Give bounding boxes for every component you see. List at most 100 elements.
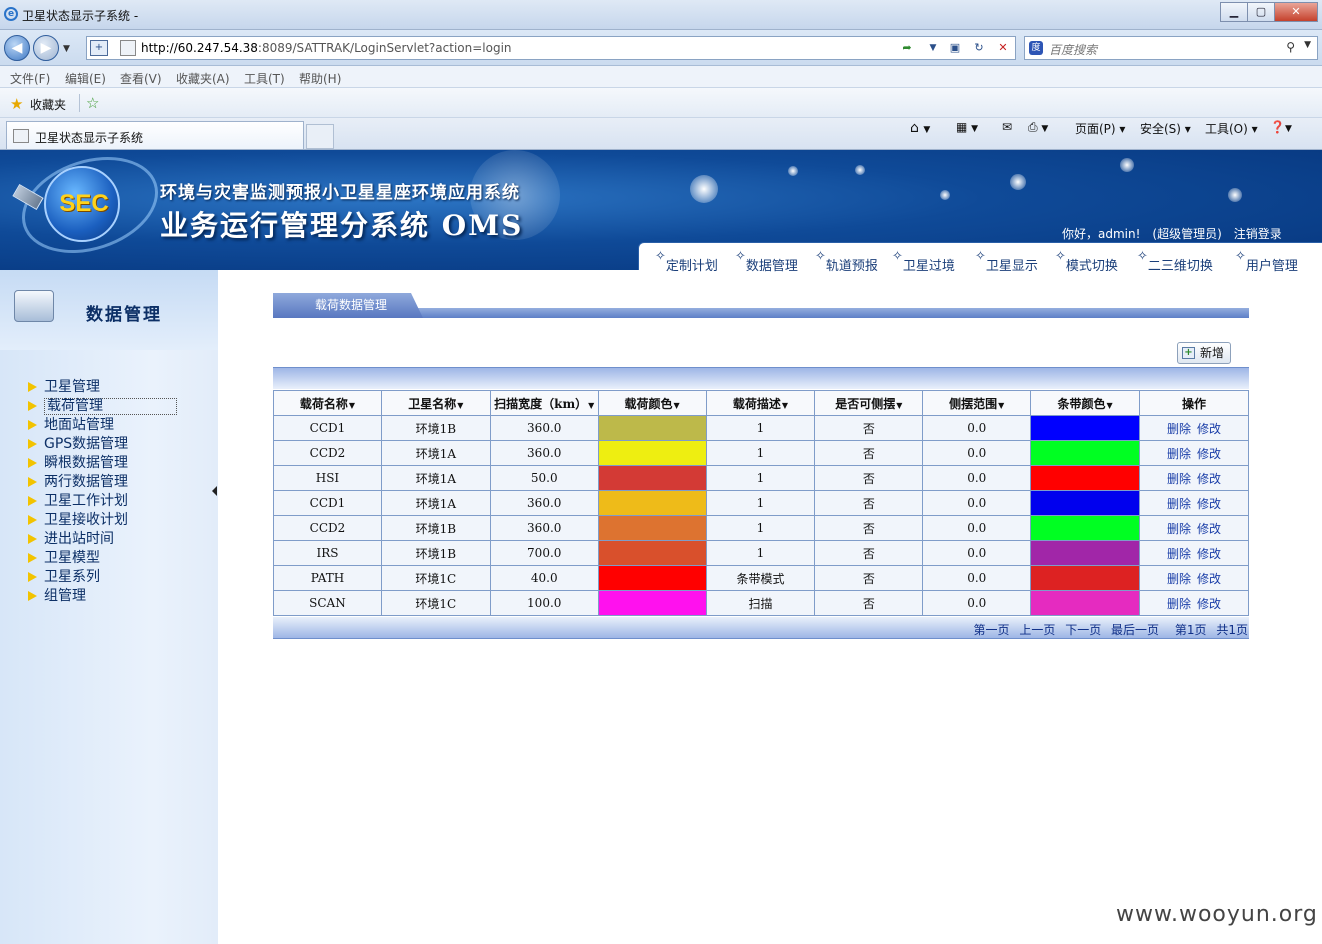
menu-favorites[interactable]: 收藏夹(A) xyxy=(176,70,230,87)
cell-payload-desc: 1 xyxy=(705,415,816,441)
menu-help[interactable]: 帮助(H) xyxy=(299,70,341,87)
first-page-link[interactable]: 第一页 xyxy=(974,623,1010,637)
cell-payload-name: CCD2 xyxy=(273,440,382,466)
edit-link[interactable]: 修改 xyxy=(1197,572,1221,586)
table-row: IRS 环境1B 700.0 1 否 0.0 删除 修改 xyxy=(273,540,1249,566)
url-text[interactable]: http://60.247.54.38:8089/SATTRAK/LoginSe… xyxy=(141,41,512,55)
col-tiltable[interactable]: 是否可侧摆▼ xyxy=(814,390,924,416)
edit-link[interactable]: 修改 xyxy=(1197,522,1221,536)
search-box[interactable]: 度 百度搜索 ⚲ ▼ xyxy=(1024,36,1318,60)
col-tilt-range[interactable]: 侧摆范围▼ xyxy=(922,390,1032,416)
next-page-link[interactable]: 下一页 xyxy=(1065,623,1101,637)
add-button[interactable]: + 新增 xyxy=(1177,342,1231,364)
back-button[interactable]: ◀ xyxy=(4,35,30,61)
sidebar-item-group-management[interactable]: 组管理 xyxy=(28,587,177,606)
address-dropdown-icon[interactable]: ▼ xyxy=(923,39,943,57)
sidebar-item-satellite-series[interactable]: 卫星系列 xyxy=(28,568,177,587)
cell-payload-color xyxy=(597,540,707,566)
nav-satellite-display[interactable]: ✧ 卫星显示 xyxy=(975,249,1038,274)
prev-page-link[interactable]: 上一页 xyxy=(1019,623,1055,637)
sidebar-item-tle-data[interactable]: 两行数据管理 xyxy=(28,473,177,492)
cell-tiltable: 否 xyxy=(814,465,924,491)
new-tab-button[interactable] xyxy=(306,124,334,149)
history-dropdown-icon[interactable]: ▼ xyxy=(63,44,70,54)
stop-icon[interactable]: ✕ xyxy=(993,39,1013,57)
search-dropdown-icon[interactable]: ▼ xyxy=(1304,40,1311,50)
arrow-icon xyxy=(28,515,37,525)
nav-orbit-forecast[interactable]: ✧ 轨道预报 xyxy=(815,249,878,274)
sidebar-item-receive-plan[interactable]: 卫星接收计划 xyxy=(28,511,177,530)
mail-icon[interactable]: ✉ xyxy=(1002,120,1012,134)
nav-mode-switch[interactable]: ✧ 模式切换 xyxy=(1055,249,1118,274)
collapse-sidebar-icon[interactable] xyxy=(212,486,217,496)
favorites-star-icon[interactable]: ★ xyxy=(10,95,23,113)
page-menu[interactable]: 页面(P) ▾ xyxy=(1075,120,1125,137)
nav-satellite-pass[interactable]: ✧ 卫星过境 xyxy=(892,249,955,274)
minimize-button[interactable]: ▁ xyxy=(1220,2,1248,22)
tab-active[interactable]: 卫星状态显示子系统 xyxy=(6,121,304,149)
cell-payload-color xyxy=(597,440,707,466)
add-favorite-icon[interactable]: ☆ xyxy=(86,94,99,112)
search-icon[interactable]: ⚲ xyxy=(1286,40,1295,54)
sidebar-item-gps-data[interactable]: GPS数据管理 xyxy=(28,435,177,454)
menu-edit[interactable]: 编辑(E) xyxy=(65,70,106,87)
address-field[interactable]: + http://60.247.54.38:8089/SATTRAK/Login… xyxy=(86,36,1016,60)
menu-tools[interactable]: 工具(T) xyxy=(244,70,285,87)
delete-link[interactable]: 删除 xyxy=(1167,597,1191,611)
delete-link[interactable]: 删除 xyxy=(1167,422,1191,436)
nav-user-management[interactable]: ✧ 用户管理 xyxy=(1235,249,1298,274)
edit-link[interactable]: 修改 xyxy=(1197,497,1221,511)
col-payload-color[interactable]: 载荷颜色▼ xyxy=(597,390,707,416)
sidebar-item-ground-station[interactable]: 地面站管理 xyxy=(28,416,177,435)
security-shield-icon[interactable]: + xyxy=(90,40,108,56)
favorites-button[interactable]: 收藏夹 xyxy=(30,96,66,113)
sidebar-item-osculating-data[interactable]: 瞬根数据管理 xyxy=(28,454,177,473)
sidebar-item-payload-management[interactable]: 载荷管理 xyxy=(28,397,177,416)
sidebar-item-work-plan[interactable]: 卫星工作计划 xyxy=(28,492,177,511)
sidebar-item-label: 卫星模型 xyxy=(44,550,100,566)
help-icon[interactable]: ❓▼ xyxy=(1270,120,1292,134)
edit-link[interactable]: 修改 xyxy=(1197,597,1221,611)
col-strip-color[interactable]: 条带颜色▼ xyxy=(1030,390,1141,416)
print-icon[interactable]: ⎙ ▼ xyxy=(1028,120,1048,135)
edit-link[interactable]: 修改 xyxy=(1197,422,1221,436)
tools-menu[interactable]: 工具(O) ▾ xyxy=(1205,120,1258,137)
refresh-icon[interactable]: ↻ xyxy=(969,39,989,57)
edit-link[interactable]: 修改 xyxy=(1197,547,1221,561)
sidebar-item-satellite-management[interactable]: 卫星管理 xyxy=(28,378,177,397)
nav-custom-plan[interactable]: ✧ 定制计划 xyxy=(655,249,718,274)
sidebar-item-pass-time[interactable]: 进出站时间 xyxy=(28,530,177,549)
home-icon[interactable]: ⌂ ▼ xyxy=(910,120,930,136)
delete-link[interactable]: 删除 xyxy=(1167,547,1191,561)
safety-menu[interactable]: 安全(S) ▾ xyxy=(1140,120,1191,137)
edit-link[interactable]: 修改 xyxy=(1197,447,1221,461)
computer-icon xyxy=(14,290,54,322)
rss-icon[interactable]: ▦ ▼ xyxy=(956,120,978,134)
maximize-button[interactable]: ▢ xyxy=(1247,2,1275,22)
delete-link[interactable]: 删除 xyxy=(1167,522,1191,536)
edit-link[interactable]: 修改 xyxy=(1197,472,1221,486)
delete-link[interactable]: 删除 xyxy=(1167,572,1191,586)
menu-file[interactable]: 文件(F) xyxy=(10,70,50,87)
last-page-link[interactable]: 最后一页 xyxy=(1111,623,1159,637)
col-payload-name[interactable]: 载荷名称▼ xyxy=(273,390,382,416)
sidebar-item-satellite-model[interactable]: 卫星模型 xyxy=(28,549,177,568)
close-window-button[interactable]: ✕ xyxy=(1274,2,1318,22)
col-satellite-name[interactable]: 卫星名称▼ xyxy=(380,390,491,416)
col-payload-desc[interactable]: 载荷描述▼ xyxy=(705,390,816,416)
col-scan-width[interactable]: 扫描宽度（km）▼ xyxy=(489,390,599,416)
arrow-icon xyxy=(28,572,37,582)
delete-link[interactable]: 删除 xyxy=(1167,497,1191,511)
nav-2d3d-switch[interactable]: ✧ 二三维切换 xyxy=(1137,249,1213,274)
table-header-row: 载荷名称▼ 卫星名称▼ 扫描宽度（km）▼ 载荷颜色▼ 载荷描述▼ 是否可侧摆▼… xyxy=(273,390,1249,416)
forward-button[interactable]: ▶ xyxy=(33,35,59,61)
menu-view[interactable]: 查看(V) xyxy=(120,70,162,87)
cell-tilt-range: 0.0 xyxy=(922,415,1032,441)
cell-payload-color xyxy=(597,490,707,516)
user-greeting[interactable]: 你好，admin! (超级管理员) 注销登录 xyxy=(1062,225,1282,242)
compatibility-icon[interactable]: ▣ xyxy=(945,39,965,57)
compat-view-icon[interactable]: ➦ xyxy=(897,39,917,57)
nav-data-management[interactable]: ✧ 数据管理 xyxy=(735,249,798,274)
delete-link[interactable]: 删除 xyxy=(1167,472,1191,486)
delete-link[interactable]: 删除 xyxy=(1167,447,1191,461)
